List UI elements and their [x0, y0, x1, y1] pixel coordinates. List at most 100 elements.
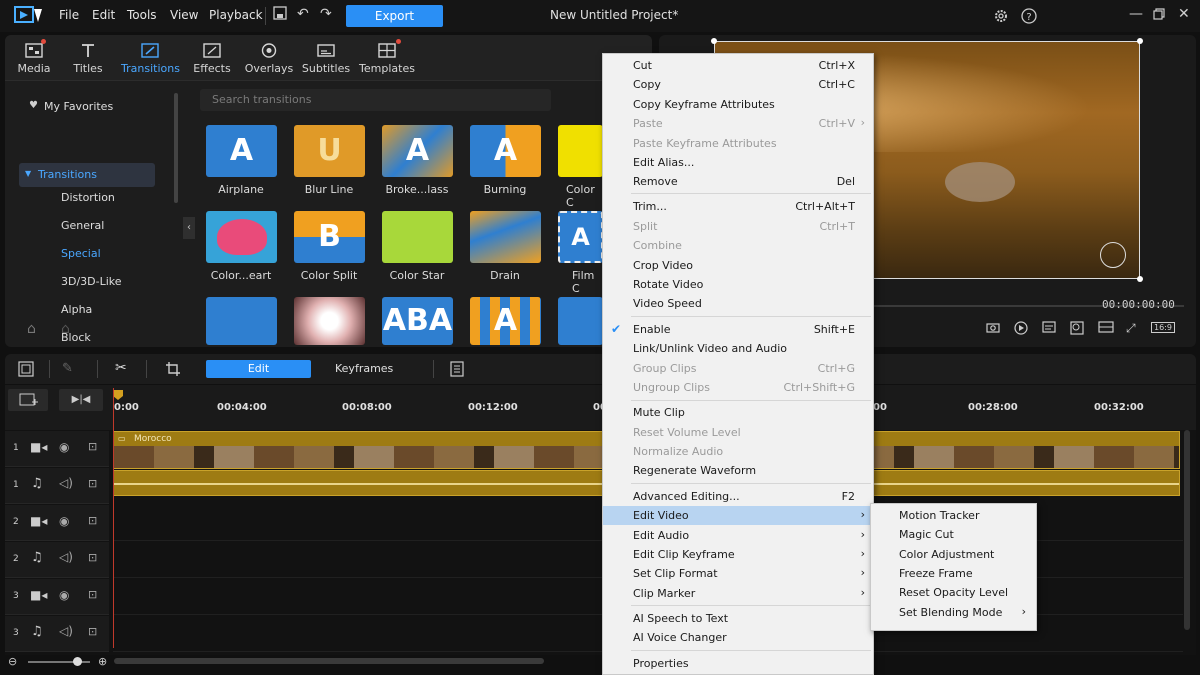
menu-item-crop-video[interactable]: Crop Video [603, 256, 873, 275]
thumbnail-row3-2[interactable] [294, 297, 365, 345]
thumbnail-color-heart[interactable] [206, 211, 277, 263]
tab-titles[interactable]: Titles [59, 35, 117, 81]
timeline-keyframes-tab[interactable]: Keyframes [335, 362, 393, 375]
sidebar-item-distortion[interactable]: Distortion [61, 191, 115, 204]
menu-item-edit-audio[interactable]: Edit Audio › [603, 526, 873, 545]
menu-item-enable[interactable]: ✔ Enable Shift+E [603, 320, 873, 339]
timeline-ruler[interactable]: ▶|◀ 0:00 00:04:00 00:08:00 00:12:00 00 0… [5, 385, 1196, 430]
speaker-icon[interactable]: ◁) [59, 624, 73, 638]
tab-transitions[interactable]: Transitions [121, 35, 180, 81]
menu-edit[interactable]: Edit [92, 8, 115, 22]
timeline-edit-tab[interactable]: Edit [206, 360, 311, 378]
resize-handle[interactable] [711, 38, 717, 44]
menu-item-ai-voice-changer[interactable]: AI Voice Changer [603, 628, 873, 647]
menu-item-cut[interactable]: Cut Ctrl+X [603, 56, 873, 75]
menu-item-edit-video[interactable]: Edit Video › [603, 506, 873, 525]
tab-media[interactable]: Media [5, 35, 63, 81]
eye-icon[interactable]: ◉ [59, 440, 69, 454]
submenu-item-color-adjustment[interactable]: Color Adjustment [871, 545, 1036, 564]
speaker-icon[interactable]: ◁) [59, 476, 73, 490]
search-transitions-input[interactable]: Search transitions [200, 89, 551, 111]
tab-effects[interactable]: Effects [183, 35, 241, 81]
lock-icon[interactable]: ⊡ [88, 588, 97, 601]
timeline-horizontal-scrollbar[interactable] [114, 658, 544, 664]
submenu-item-magic-cut[interactable]: Magic Cut [871, 525, 1036, 544]
timeline-list-icon[interactable] [450, 361, 464, 380]
remove-tag-icon[interactable]: ⌂ [61, 321, 70, 337]
menu-item-ai-speech-to-text[interactable]: AI Speech to Text [603, 609, 873, 628]
pen-icon[interactable]: ✎ [62, 361, 73, 376]
thumbnail-film[interactable]: A [558, 211, 603, 263]
add-track-button[interactable] [8, 389, 48, 411]
menu-item-advanced-editing[interactable]: Advanced Editing... F2 [603, 487, 873, 506]
zoom-icon[interactable] [1070, 321, 1084, 338]
thumbnail-color-split[interactable]: B [294, 211, 365, 263]
snapshot-icon[interactable] [986, 321, 1000, 336]
sidebar-item-special[interactable]: Special [61, 247, 101, 260]
menu-item-mute-clip[interactable]: Mute Clip [603, 403, 873, 422]
tab-templates[interactable]: Templates [358, 35, 416, 81]
playback-quality-icon[interactable] [1014, 321, 1028, 338]
undo-icon[interactable]: ↶ [297, 6, 309, 22]
thumbnail-row3-5[interactable] [558, 297, 603, 345]
resize-handle[interactable] [1137, 38, 1143, 44]
submenu-item-motion-tracker[interactable]: Motion Tracker [871, 506, 1036, 525]
aspect-ratio-button[interactable]: 16:9 [1151, 322, 1175, 333]
menu-item-copy-keyframe-attributes[interactable]: Copy Keyframe Attributes [603, 95, 873, 114]
crop-icon[interactable] [165, 361, 181, 380]
lock-icon[interactable]: ⊡ [88, 625, 97, 638]
speaker-icon[interactable]: ◁) [59, 550, 73, 564]
submenu-item-set-blending-mode[interactable]: Set Blending Mode › [871, 603, 1036, 622]
add-tag-icon[interactable]: ⌂ [27, 321, 36, 337]
thumbnail-color-star[interactable] [382, 211, 453, 263]
menu-playback[interactable]: Playback [209, 8, 263, 22]
thumbnail-burning[interactable]: A [470, 125, 541, 177]
thumbnail-row3-1[interactable] [206, 297, 277, 345]
menu-item-rotate-video[interactable]: Rotate Video [603, 275, 873, 294]
menu-tools[interactable]: Tools [127, 8, 157, 22]
settings-gear-icon[interactable] [993, 8, 1009, 28]
eye-icon[interactable]: ◉ [59, 514, 69, 528]
menu-item-trim[interactable]: Trim... Ctrl+Alt+T [603, 197, 873, 216]
scissors-icon[interactable]: ✂ [115, 360, 127, 376]
submenu-item-reset-opacity[interactable]: Reset Opacity Level [871, 583, 1036, 602]
menu-item-link-unlink[interactable]: Link/Unlink Video and Audio [603, 339, 873, 358]
thumbnail-broken-glass[interactable]: A [382, 125, 453, 177]
thumbnail-blur-line[interactable]: U [294, 125, 365, 177]
lock-icon[interactable]: ⊡ [88, 514, 97, 527]
thumbnail-color-c[interactable] [558, 125, 603, 177]
menu-item-set-clip-format[interactable]: Set Clip Format › [603, 564, 873, 583]
track-manager-icon[interactable] [18, 361, 34, 380]
collapse-sidebar-button[interactable]: ‹ [183, 217, 195, 239]
subtitle-toggle-icon[interactable] [1042, 321, 1056, 336]
menu-item-remove[interactable]: Remove Del [603, 172, 873, 191]
fullscreen-icon[interactable]: ⤢ [1126, 321, 1136, 336]
help-icon[interactable]: ? [1021, 8, 1037, 28]
zoom-out-icon[interactable]: ⊖ [8, 655, 17, 668]
sidebar-item-3d[interactable]: 3D/3D-Like [61, 275, 122, 288]
eye-icon[interactable]: ◉ [59, 588, 69, 602]
sidebar-item-general[interactable]: General [61, 219, 104, 232]
sidebar-item-alpha[interactable]: Alpha [61, 303, 92, 316]
sidebar-item-transitions[interactable]: ▼ Transitions [19, 163, 155, 187]
menu-item-video-speed[interactable]: Video Speed [603, 294, 873, 313]
submenu-item-freeze-frame[interactable]: Freeze Frame [871, 564, 1036, 583]
playhead-line[interactable] [113, 388, 114, 648]
close-icon[interactable]: ✕ [1178, 6, 1190, 22]
export-button[interactable]: Export [346, 5, 443, 27]
fit-timeline-button[interactable]: ▶|◀ [59, 389, 103, 411]
tab-subtitles[interactable]: Subtitles [297, 35, 355, 81]
lock-icon[interactable]: ⊡ [88, 477, 97, 490]
menu-view[interactable]: View [170, 8, 198, 22]
menu-item-copy[interactable]: Copy Ctrl+C [603, 75, 873, 94]
zoom-slider-thumb[interactable] [73, 657, 82, 666]
save-icon[interactable] [273, 6, 287, 24]
menu-item-properties[interactable]: Properties [603, 654, 873, 673]
minimize-icon[interactable]: — [1129, 6, 1143, 22]
menu-item-edit-alias[interactable]: Edit Alias... [603, 153, 873, 172]
playhead-marker-icon[interactable] [113, 390, 123, 400]
redo-icon[interactable]: ↷ [320, 6, 332, 22]
grid-icon[interactable] [1098, 321, 1114, 336]
timeline-vertical-scrollbar[interactable] [1184, 430, 1190, 630]
menu-item-edit-clip-keyframe[interactable]: Edit Clip Keyframe › [603, 545, 873, 564]
